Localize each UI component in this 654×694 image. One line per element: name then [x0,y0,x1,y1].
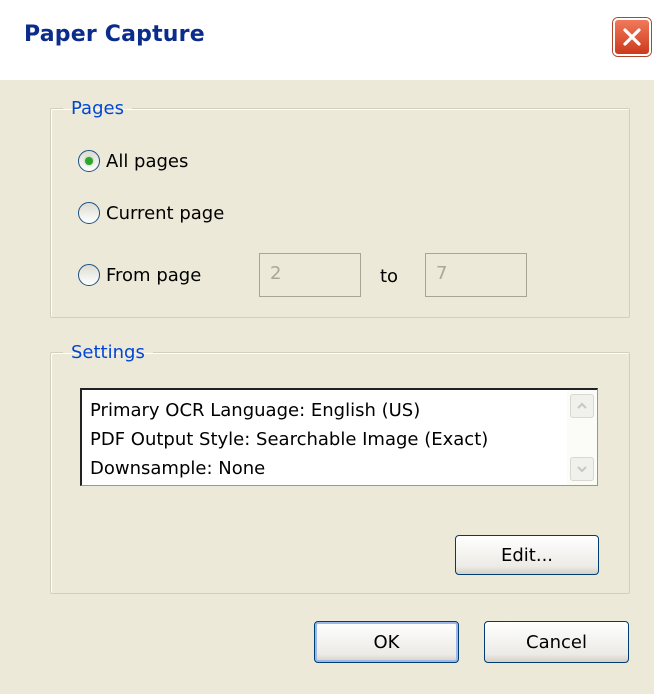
radio-current-page-label: Current page [106,202,225,224]
close-x-icon [623,28,641,46]
settings-line-downsample: Downsample: None [90,458,266,479]
scroll-up-button[interactable] [570,394,594,418]
chevron-down-icon [577,466,587,473]
settings-summary-list[interactable]: Primary OCR Language: English (US) PDF O… [80,388,598,486]
settings-line-output-style: PDF Output Style: Searchable Image (Exac… [90,429,489,450]
dialog-title: Paper Capture [24,22,205,47]
ok-button[interactable]: OK [314,621,459,663]
to-label: to [380,266,399,287]
settings-group-legend: Settings [71,342,145,363]
scroll-down-button[interactable] [570,457,594,481]
radio-button[interactable] [78,264,100,286]
edit-button[interactable]: Edit... [455,535,599,575]
cancel-button[interactable]: Cancel [484,621,629,663]
radio-from-page-label: From page [106,264,202,286]
radio-button[interactable] [78,202,100,224]
settings-line-ocr-language: Primary OCR Language: English (US) [90,400,421,421]
settings-scrollbar[interactable] [567,390,597,485]
pages-group-legend: Pages [71,98,124,119]
radio-current-page[interactable]: Current page [78,202,224,224]
from-page-input[interactable]: 2 [259,253,361,297]
close-button[interactable] [613,18,651,56]
radio-all-pages-label: All pages [106,150,189,172]
dialog-client-area: Pages All pages Current page From page 2… [0,80,654,694]
settings-lines: Primary OCR Language: English (US) PDF O… [90,396,565,483]
paper-capture-dialog: Paper Capture Pages All pages Current pa… [0,0,654,694]
chevron-up-icon [577,402,587,409]
to-page-input[interactable]: 7 [425,253,527,297]
radio-button-checked[interactable] [78,150,100,172]
title-bar[interactable]: Paper Capture [0,0,654,80]
radio-from-page[interactable]: From page [78,264,201,286]
radio-all-pages[interactable]: All pages [78,150,188,172]
